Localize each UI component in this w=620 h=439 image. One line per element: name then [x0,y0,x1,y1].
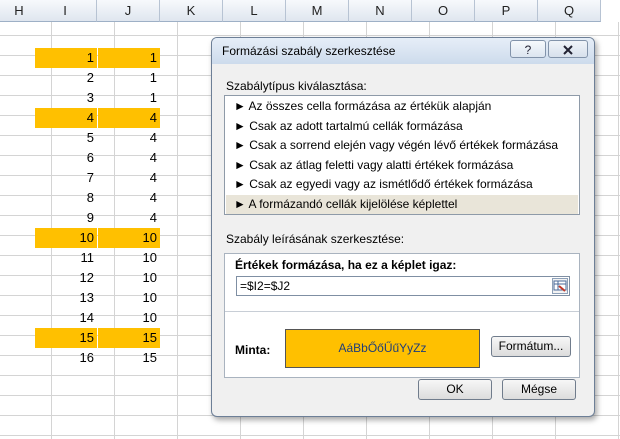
cell-i[interactable]: 5 [35,128,97,148]
help-button[interactable]: ? [510,40,546,58]
cell-i[interactable]: 3 [35,88,97,108]
cell-j[interactable]: 10 [98,248,160,268]
cell-i[interactable]: 4 [35,108,97,128]
close-icon [563,45,573,55]
cell-j[interactable]: 4 [98,168,160,188]
cell-i[interactable]: 14 [35,308,97,328]
cell-i[interactable]: 10 [35,228,97,248]
cell-j[interactable]: 4 [98,208,160,228]
format-preview: AáBbŐőŰűYyZz [285,329,480,368]
column-header-o[interactable]: O [412,0,475,22]
formula-label: Értékek formázása, ha ez a képlet igaz: [235,258,457,272]
question-icon: ? [524,43,532,57]
cell-i[interactable]: 15 [35,328,97,348]
preview-label: Minta: [235,343,271,357]
rule-type-item[interactable]: ► Csak a sorrend elején vagy végén lévő … [226,136,578,155]
cell-j[interactable]: 1 [98,68,160,88]
range-select-button[interactable] [552,278,568,294]
cell-j[interactable]: 10 [98,228,160,248]
cell-i[interactable]: 12 [35,268,97,288]
cell-j[interactable]: 4 [98,108,160,128]
column-header-k[interactable]: K [160,0,223,22]
cell-j[interactable]: 4 [98,128,160,148]
cell-i[interactable]: 11 [35,248,97,268]
rule-description-group: Értékek formázása, ha ez a képlet igaz: … [224,253,580,378]
cell-i[interactable]: 16 [35,348,97,368]
cell-j[interactable]: 15 [98,328,160,348]
rule-type-item[interactable]: ► Csak az adott tartalmú cellák formázás… [226,117,578,136]
cell-j[interactable]: 10 [98,268,160,288]
formula-input[interactable]: =$I2=$J2 [236,276,570,296]
rule-type-label: Szabálytípus kiválasztása: [226,79,367,93]
dialog-titlebar[interactable]: Formázási szabály szerkesztése ? [212,38,594,64]
column-header-j[interactable]: J [97,0,160,22]
cell-i[interactable]: 8 [35,188,97,208]
rule-type-item[interactable]: ► Csak az egyedi vagy az ismétlődő érték… [226,175,578,194]
close-button[interactable] [548,40,588,58]
cell-i[interactable]: 9 [35,208,97,228]
column-header-p[interactable]: P [475,0,538,22]
range-select-icon [553,280,567,292]
cell-j[interactable]: 4 [98,188,160,208]
cell-j[interactable]: 1 [98,48,160,68]
ok-button[interactable]: OK [418,379,492,400]
cell-j[interactable]: 1 [98,88,160,108]
rule-type-item[interactable]: ► Csak az átlag feletti vagy alatti érté… [226,156,578,175]
cell-j[interactable]: 10 [98,308,160,328]
rule-description-label: Szabály leírásának szerkesztése: [226,232,405,246]
rule-type-item[interactable]: ► Az összes cella formázása az értékük a… [226,97,578,116]
cell-i[interactable]: 7 [35,168,97,188]
column-header-m[interactable]: M [286,0,349,22]
rule-type-list[interactable]: ► Az összes cella formázása az értékük a… [224,95,580,215]
cell-i[interactable]: 6 [35,148,97,168]
cell-j[interactable]: 10 [98,288,160,308]
cell-i[interactable]: 1 [35,48,97,68]
cell-j[interactable]: 4 [98,148,160,168]
column-header-l[interactable]: L [223,0,286,22]
cancel-button[interactable]: Mégse [502,379,576,400]
separator [225,311,579,312]
cell-i[interactable]: 13 [35,288,97,308]
cell-j[interactable]: 15 [98,348,160,368]
column-header-i[interactable]: I [34,0,97,22]
cell-i[interactable]: 2 [35,68,97,88]
column-header-n[interactable]: N [349,0,412,22]
formula-value: =$I2=$J2 [240,279,291,293]
rule-type-item[interactable]: ► A formázandó cellák kijelölése képlett… [226,194,578,214]
dialog-title: Formázási szabály szerkesztése [222,44,396,58]
edit-formatting-rule-dialog: Formázási szabály szerkesztése ? Szabály… [211,37,595,417]
format-button[interactable]: Formátum... [491,336,571,357]
column-header-q[interactable]: Q [538,0,601,22]
